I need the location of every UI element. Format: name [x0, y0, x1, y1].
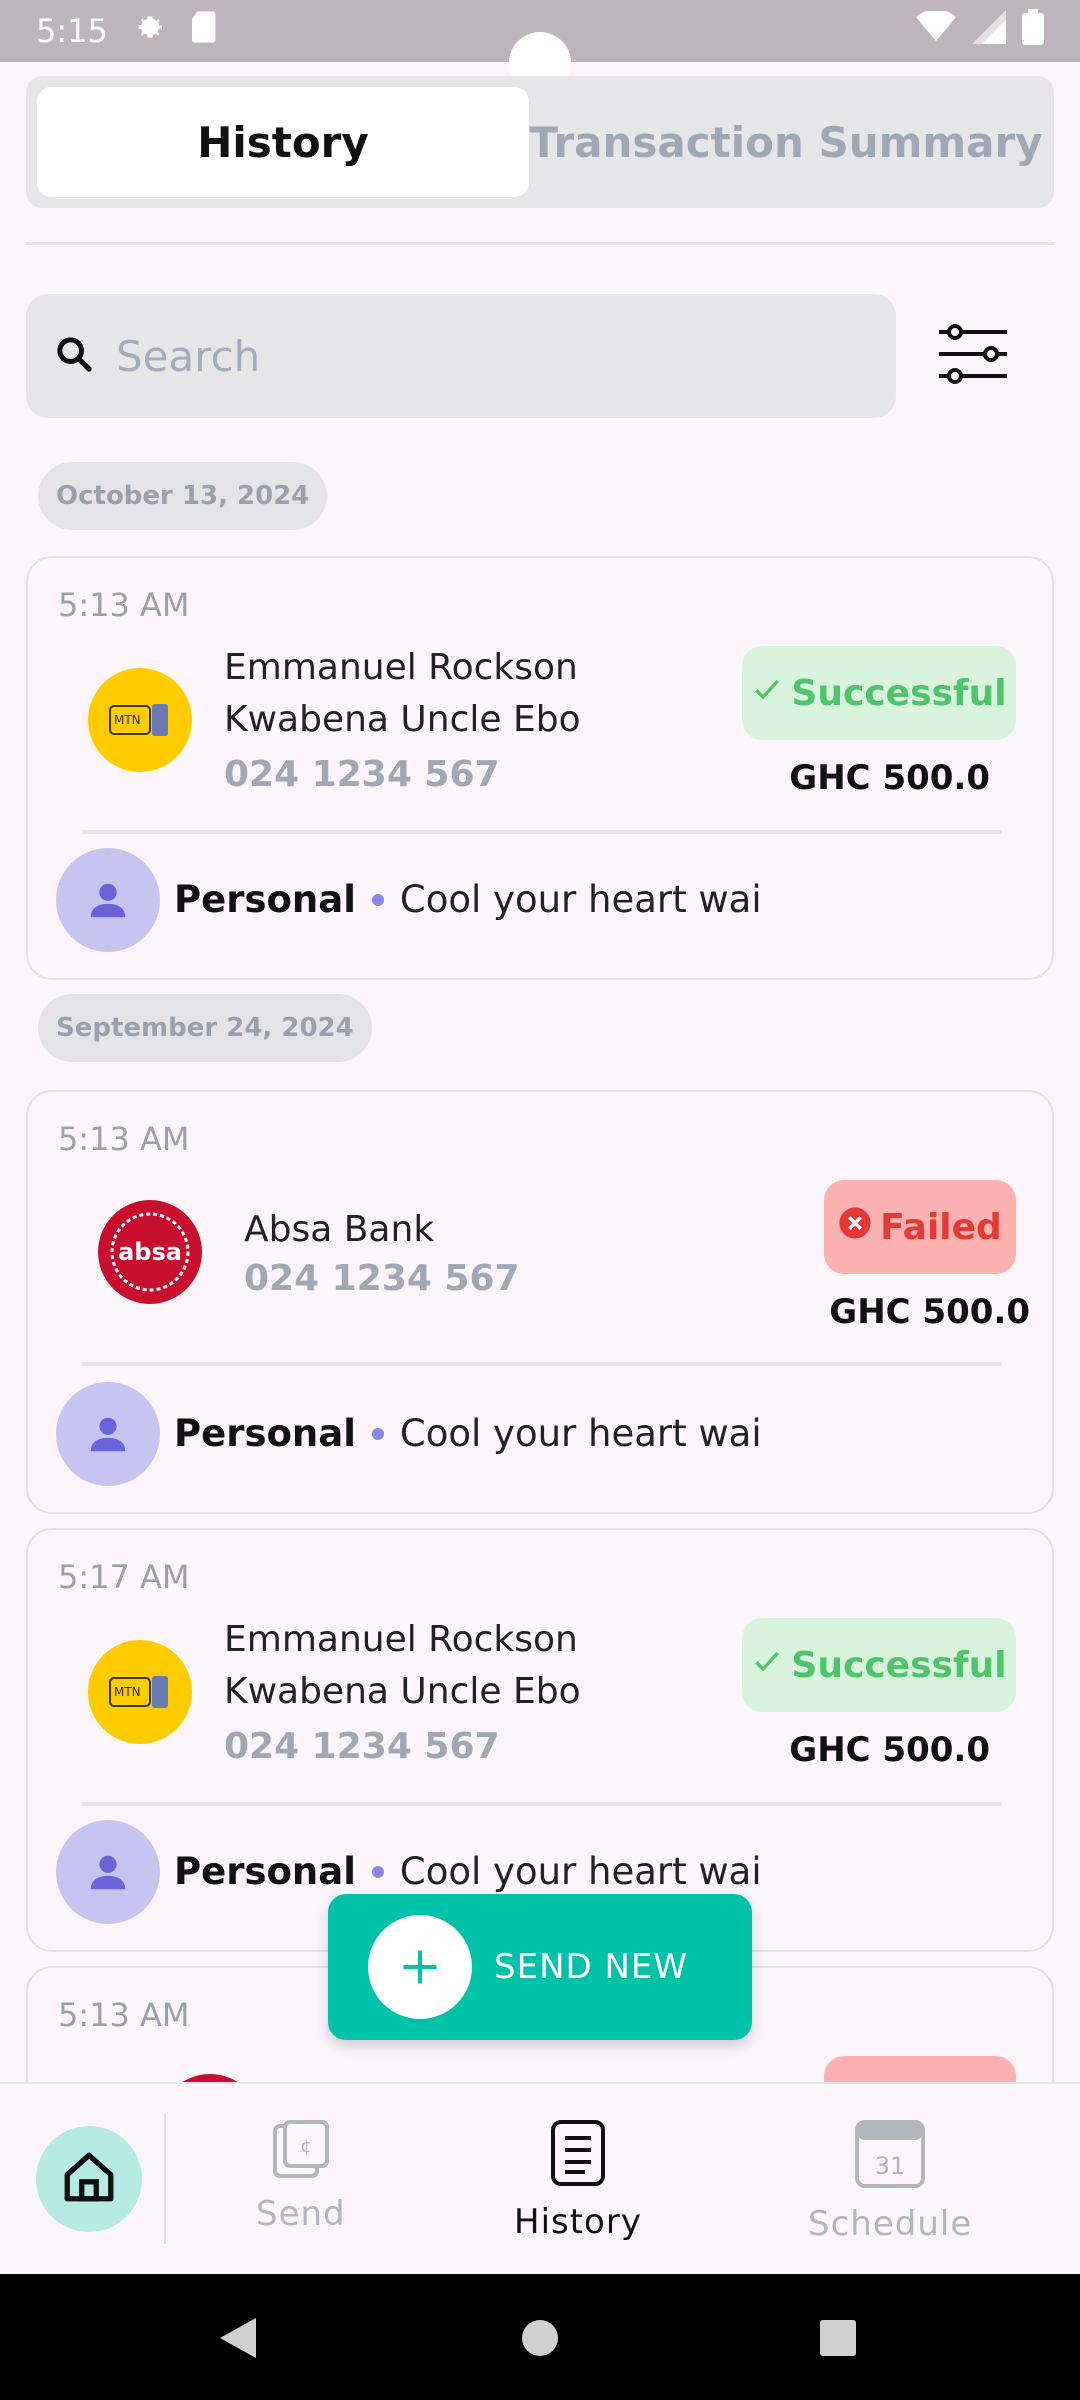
category-label: Personal — [174, 1850, 356, 1893]
date-chip: October 13, 2024 — [38, 462, 328, 530]
divider — [82, 1802, 1002, 1806]
nav-label: Schedule — [808, 2204, 973, 2244]
wifi-icon — [916, 9, 956, 51]
bottom-navigation: ¢ Send History 31 Schedule — [0, 2082, 1080, 2274]
filter-button[interactable] — [930, 316, 1016, 396]
back-icon[interactable] — [218, 2316, 258, 2364]
status-badge: Successful — [742, 646, 1016, 740]
home-circle-icon[interactable] — [520, 2318, 560, 2362]
transaction-card[interactable]: 5:17 AM MTN Emmanuel Rockson Kwabena Unc… — [26, 1528, 1054, 1952]
tab-history[interactable]: History — [37, 87, 529, 197]
transaction-card[interactable]: 5:13 AM absa Absa Bank 024 1234 567 Fail… — [26, 1090, 1054, 1514]
person-avatar-icon — [56, 1382, 160, 1486]
divider — [26, 242, 1054, 245]
person-avatar-icon — [56, 848, 160, 952]
home-button[interactable] — [36, 2126, 142, 2232]
transaction-amount: GHC 500.0 — [829, 1292, 1030, 1332]
mtn-logo-icon: MTN — [88, 1640, 192, 1744]
transaction-amount: GHC 500.0 — [789, 1730, 990, 1770]
error-x-icon — [838, 1206, 872, 1249]
recipient-name-line2: Kwabena Uncle Ebo — [224, 699, 581, 740]
status-time: 5:15 — [36, 12, 108, 50]
svg-text:MTN: MTN — [114, 1685, 141, 1699]
transaction-category: Personal Cool your heart wai — [174, 1850, 762, 1893]
wallet-cedi-icon: ¢ — [271, 2118, 331, 2184]
transaction-time: 5:17 AM — [58, 1558, 190, 1596]
divider — [82, 830, 1002, 834]
transaction-note: Cool your heart wai — [399, 878, 762, 921]
status-text: Successful — [791, 672, 1007, 714]
date-chip: September 24, 2024 — [38, 994, 372, 1062]
tab-bar: History Transaction Summary — [26, 76, 1054, 208]
nav-item-schedule[interactable]: 31 Schedule — [808, 2118, 972, 2244]
transaction-time: 5:13 AM — [58, 1996, 190, 2034]
recipient-name-line2: Kwabena Uncle Ebo — [224, 1671, 581, 1712]
check-icon — [751, 1645, 783, 1686]
status-badge: Successful — [742, 1618, 1016, 1712]
svg-text:¢: ¢ — [300, 2136, 311, 2157]
transaction-category: Personal Cool your heart wai — [174, 878, 762, 921]
divider — [82, 1362, 1002, 1366]
status-text: Successful — [791, 1644, 1007, 1686]
receipt-icon — [545, 2118, 611, 2192]
system-navigation-bar — [0, 2274, 1080, 2400]
category-label: Personal — [174, 878, 356, 921]
mtn-logo-icon: MTN — [88, 668, 192, 772]
transaction-card[interactable]: 5:13 AM MTN Emmanuel Rockson Kwabena Unc… — [26, 556, 1054, 980]
nav-item-send[interactable]: ¢ Send — [256, 2118, 346, 2234]
battery-icon — [1022, 9, 1044, 53]
transaction-amount: GHC 500.0 — [789, 758, 990, 798]
status-badge: Failed — [824, 1180, 1016, 1274]
recipient-name-line1: Emmanuel Rockson — [224, 647, 578, 688]
svg-text:MTN: MTN — [114, 713, 141, 727]
recipient-phone: 024 1234 567 — [224, 754, 500, 795]
transaction-note: Cool your heart wai — [399, 1412, 762, 1455]
tab-transaction-summary[interactable]: Transaction Summary — [529, 87, 1043, 197]
nav-label: History — [514, 2202, 642, 2242]
search-icon — [54, 334, 94, 378]
person-avatar-icon — [56, 1820, 160, 1924]
transaction-note: Cool your heart wai — [399, 1850, 762, 1893]
divider — [164, 2114, 166, 2244]
send-new-label: SEND NEW — [494, 1947, 689, 1987]
calendar-icon: 31 — [853, 2118, 927, 2194]
filter-sliders-icon — [937, 322, 1009, 390]
nav-item-history[interactable]: History — [514, 2118, 642, 2242]
bullet-dot — [371, 893, 384, 906]
transaction-category: Personal Cool your heart wai — [174, 1412, 762, 1455]
bullet-dot — [371, 1427, 384, 1440]
recipient-phone: 024 1234 567 — [224, 1726, 500, 1767]
home-icon — [60, 2148, 118, 2210]
svg-text:absa: absa — [118, 1238, 182, 1266]
send-new-button[interactable]: SEND NEW — [328, 1894, 752, 2040]
category-label: Personal — [174, 1412, 356, 1455]
nav-label: Send — [256, 2194, 346, 2234]
recipient-name: Absa Bank — [244, 1209, 435, 1250]
absa-logo-icon: absa — [98, 1200, 202, 1304]
status-text: Failed — [880, 1206, 1002, 1248]
check-icon — [751, 673, 783, 714]
calendar-day: 31 — [875, 2152, 906, 2180]
search-box[interactable] — [26, 294, 896, 418]
signal-icon — [972, 10, 1006, 52]
transaction-time: 5:13 AM — [58, 586, 190, 624]
settings-icon — [134, 11, 166, 51]
search-input[interactable] — [116, 331, 816, 381]
plus-icon — [368, 1915, 472, 2019]
recents-icon[interactable] — [818, 2318, 858, 2362]
recipient-phone: 024 1234 567 — [244, 1258, 520, 1299]
sd-card-icon — [191, 11, 218, 51]
recipient-name-line1: Emmanuel Rockson — [224, 1619, 578, 1660]
transaction-time: 5:13 AM — [58, 1120, 190, 1158]
bullet-dot — [371, 1865, 384, 1878]
